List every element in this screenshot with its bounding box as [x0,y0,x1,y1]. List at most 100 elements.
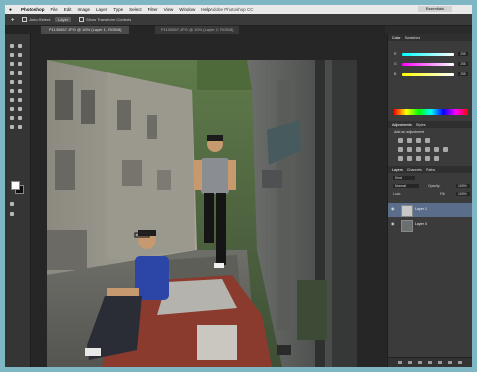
color-balance-icon[interactable] [416,147,421,152]
auto-select-checkbox[interactable]: Auto-Select: [22,17,51,22]
color-spectrum-bar[interactable] [394,109,468,115]
move-tool-icon[interactable] [10,44,14,48]
path-select-tool-icon[interactable] [10,116,14,120]
foreground-color-swatch[interactable] [11,181,20,190]
quick-mask-icon[interactable] [10,202,14,206]
tab-color[interactable]: Color [392,36,401,40]
opacity-label: Opacity: [428,184,441,188]
levels-icon[interactable] [407,138,412,143]
brightness-contrast-icon[interactable] [398,138,403,143]
marquee-tool-icon[interactable] [18,44,22,48]
canvas-photo[interactable] [47,60,357,367]
canvas-area[interactable] [31,34,387,367]
layer-name[interactable]: Layer 0 [415,222,427,226]
layer-mask-icon[interactable] [418,361,422,364]
posterize-icon[interactable] [407,156,412,161]
menu-window[interactable]: Window [179,7,195,12]
eyedropper-tool-icon[interactable] [18,62,22,66]
checkbox-icon [79,17,85,22]
layer-style-icon[interactable] [408,361,412,364]
new-layer-icon[interactable] [448,361,452,364]
lock-fill-row: Lock: Fill: 100% [388,192,472,196]
green-slider-label: G [394,62,397,66]
menu-edit[interactable]: Edit [64,7,72,12]
threshold-icon[interactable] [416,156,421,161]
invert-icon[interactable] [398,156,403,161]
layer-name[interactable]: Layer 1 [415,207,427,211]
clone-stamp-tool-icon[interactable] [10,80,14,84]
layer-row-selected[interactable]: ◉ Layer 1 [388,203,472,217]
tab-adjustments[interactable]: Adjustments [392,123,412,127]
menu-select[interactable]: Select [129,7,142,12]
dodge-tool-icon[interactable] [18,98,22,102]
quick-select-tool-icon[interactable] [18,53,22,57]
hue-saturation-icon[interactable] [407,147,412,152]
menu-layer[interactable]: Layer [96,7,107,12]
tab-paths[interactable]: Paths [426,168,435,172]
brush-tool-icon[interactable] [18,71,22,75]
photo-filter-icon[interactable] [434,147,439,152]
gradient-map-icon[interactable] [434,156,439,161]
menu-view[interactable]: View [164,7,174,12]
menu-bar: ● Photoshop File Edit Image Layer Type S… [5,5,472,14]
eye-icon[interactable]: ◉ [391,222,396,226]
shape-tool-icon[interactable] [18,116,22,120]
blue-slider-label: B [394,72,397,76]
channel-mixer-icon[interactable] [443,147,448,152]
blend-mode-dropdown[interactable]: Normal [393,184,419,188]
menu-filter[interactable]: Filter [148,7,158,12]
red-slider[interactable] [402,53,454,56]
menu-image[interactable]: Image [78,7,91,12]
auto-select-dropdown[interactable]: Layer [55,17,72,22]
layer-filter-row: Kind [388,176,472,180]
tab-channels[interactable]: Channels [407,168,422,172]
new-group-icon[interactable] [438,361,442,364]
black-white-icon[interactable] [425,147,430,152]
layer-filter-dropdown[interactable]: Kind [393,176,415,180]
history-brush-tool-icon[interactable] [18,80,22,84]
move-tool-preset-icon[interactable]: ✚ [11,17,14,22]
exposure-icon[interactable] [425,138,430,143]
blur-tool-icon[interactable] [10,98,14,102]
blue-value-field[interactable]: 255 [458,72,468,76]
lasso-tool-icon[interactable] [10,53,14,57]
selective-color-icon[interactable] [425,156,430,161]
gradient-tool-icon[interactable] [18,89,22,93]
blue-slider[interactable] [402,73,454,76]
show-transform-checkbox[interactable]: Show Transform Controls [79,17,131,22]
menu-type[interactable]: Type [113,7,123,12]
tab-swatches[interactable]: Swatches [405,36,421,40]
curves-icon[interactable] [416,138,421,143]
menu-file[interactable]: File [51,7,58,12]
blend-opacity-row: Normal Opacity: 100% [388,184,472,188]
eraser-tool-icon[interactable] [10,89,14,93]
screen-mode-icon[interactable] [10,212,14,216]
document-tab[interactable]: P1130857.JPG @ 16% (Layer 2, RGB/8) [155,26,240,34]
vibrance-icon[interactable] [398,147,403,152]
color-panel-tabs: Color Swatches [388,34,472,41]
pen-tool-icon[interactable] [10,107,14,111]
layer-row[interactable]: ◉ Layer 0 [388,218,472,232]
hand-tool-icon[interactable] [10,125,14,129]
workspace-button[interactable]: Essentials [417,6,452,12]
zoom-tool-icon[interactable] [18,125,22,129]
green-slider[interactable] [402,63,454,66]
menu-app-name[interactable]: Photoshop [21,7,45,12]
link-layers-icon[interactable] [398,361,402,364]
type-tool-icon[interactable] [18,107,22,111]
healing-brush-tool-icon[interactable] [10,71,14,75]
document-tab-bar: P1130857.JPG @ 16% (Layer 1, RGB/8) P113… [5,26,385,34]
delete-layer-icon[interactable] [458,361,462,364]
fill-field[interactable]: 100% [456,192,470,196]
eye-icon[interactable]: ◉ [391,207,396,211]
opacity-field[interactable]: 100% [456,184,470,188]
adjustment-layer-icon[interactable] [428,361,432,364]
tab-styles[interactable]: Styles [416,123,426,127]
red-value-field[interactable]: 255 [458,52,468,56]
tools-panel [5,34,31,367]
document-tab-active[interactable]: P1130857.JPG @ 16% (Layer 1, RGB/8) [41,26,130,34]
crop-tool-icon[interactable] [10,62,14,66]
tab-layers[interactable]: Layers [392,168,403,172]
green-value-field[interactable]: 255 [458,62,468,66]
apple-icon[interactable]: ● [9,7,15,13]
